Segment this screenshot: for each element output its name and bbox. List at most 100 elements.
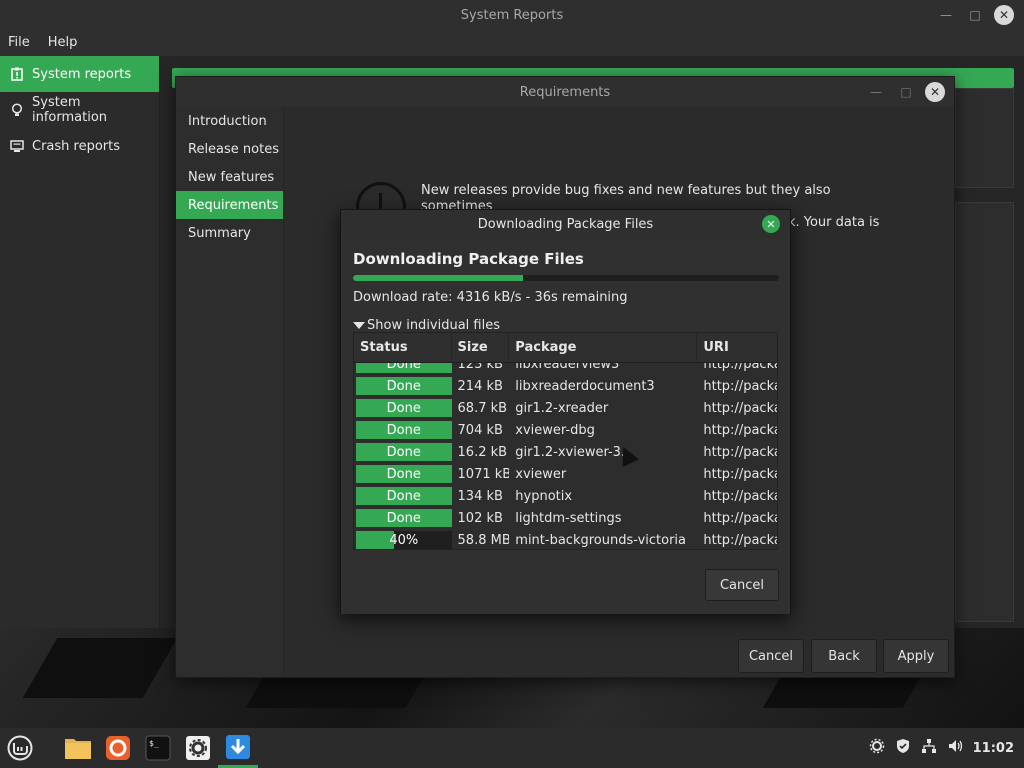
req-close-button[interactable]: ✕: [923, 77, 947, 107]
close-icon: ✕: [994, 5, 1014, 25]
system-tray: 11:02: [869, 728, 1014, 768]
firefox-icon[interactable]: [98, 728, 138, 768]
table-row[interactable]: Done 704 kB xviewer-dbg http://packa: [354, 419, 777, 441]
network-settings-icon[interactable]: [869, 738, 885, 758]
req-minimize-button[interactable]: —: [864, 77, 888, 107]
package-cell: gir1.2-xviewer-3.: [515, 444, 626, 460]
table-row[interactable]: 40% 58.8 MB mint-backgrounds-victoria http:…: [354, 529, 777, 549]
size-cell: 1071 kB: [457, 466, 510, 482]
sidebar-item-label: System reports: [32, 66, 132, 82]
uri-cell: http://packa: [703, 378, 778, 394]
status-progress: Done: [356, 443, 452, 461]
nav-introduction[interactable]: Introduction: [176, 107, 283, 135]
files-table: Done 123 kB libxreaderview3 http://packa Don…: [353, 332, 778, 550]
maximize-button[interactable]: □: [963, 0, 987, 30]
download-cancel-button[interactable]: Cancel: [705, 569, 779, 601]
overall-progress-bar: [353, 275, 779, 281]
sidebar: System reports System information Crash …: [0, 56, 160, 628]
table-row[interactable]: Done 1071 kB xviewer http://packa: [354, 463, 777, 485]
terminal-icon[interactable]: $_: [138, 728, 178, 768]
taskbar: $_ 11:02: [0, 728, 1024, 768]
download-title: Downloading Package Files: [477, 216, 654, 232]
download-heading: Downloading Package Files: [353, 250, 584, 268]
package-cell: xviewer-dbg: [515, 422, 595, 438]
minimize-button[interactable]: —: [934, 0, 958, 30]
size-cell: 214 kB: [457, 378, 503, 394]
report-panel: [955, 88, 1014, 188]
status-progress: Done: [356, 377, 452, 395]
column-uri[interactable]: URI: [697, 333, 777, 362]
nav-requirements[interactable]: Requirements: [176, 191, 283, 219]
table-row[interactable]: Done 16.2 kB gir1.2-xviewer-3. http://packa: [354, 441, 777, 463]
nav-release-notes[interactable]: Release notes: [176, 135, 283, 163]
status-progress: Done: [356, 421, 452, 439]
show-files-expander[interactable]: Show individual files: [353, 318, 500, 333]
uri-cell: http://packa: [703, 400, 778, 416]
nav-summary[interactable]: Summary: [176, 219, 283, 247]
bulb-icon: [10, 103, 24, 117]
main-titlebar: System Reports: [0, 0, 1024, 30]
table-row[interactable]: Done 68.7 kB gir1.2-xreader http://packa: [354, 397, 777, 419]
files-table-header: Status Size Package URI: [354, 333, 777, 363]
table-row[interactable]: Done 102 kB lightdm-settings http://packa: [354, 507, 777, 529]
size-cell: 134 kB: [457, 488, 503, 504]
menu-file[interactable]: File: [8, 35, 30, 50]
package-cell: xviewer: [515, 466, 567, 482]
sidebar-item-label: System information: [32, 95, 108, 125]
files-icon[interactable]: [58, 728, 98, 768]
status-progress: Done: [356, 487, 452, 505]
nav-new-features[interactable]: New features: [176, 163, 283, 191]
window-title: System Reports: [460, 7, 564, 23]
column-size[interactable]: Size: [452, 333, 510, 362]
requirements-title: Requirements: [519, 84, 611, 100]
shield-icon[interactable]: [895, 738, 911, 758]
requirements-nav: Introduction Release notes New features …: [176, 107, 284, 677]
settings-icon[interactable]: [178, 728, 218, 768]
menu-help[interactable]: Help: [48, 35, 78, 50]
status-label: Done: [386, 488, 421, 504]
package-cell: lightdm-settings: [515, 510, 622, 526]
triangle-down-icon: [353, 322, 365, 329]
expander-label: Show individual files: [367, 318, 501, 333]
column-status[interactable]: Status: [354, 333, 452, 362]
status-label: Done: [386, 422, 421, 438]
sidebar-item-system-information[interactable]: System information: [0, 92, 159, 128]
sidebar-item-crash-reports[interactable]: Crash reports: [0, 128, 159, 164]
network-icon[interactable]: [921, 738, 937, 758]
size-cell: 102 kB: [457, 510, 503, 526]
close-button[interactable]: ✕: [992, 0, 1016, 30]
table-row[interactable]: Done 134 kB hypnotix http://packa: [354, 485, 777, 507]
sidebar-item-label: Crash reports: [32, 138, 121, 154]
mint-menu-icon[interactable]: [0, 728, 40, 768]
req-maximize-button[interactable]: □: [894, 77, 918, 107]
uri-cell: http://packa: [703, 422, 778, 438]
uri-cell: http://packa: [703, 466, 778, 482]
back-button[interactable]: Back: [811, 639, 877, 673]
status-label: 40%: [389, 532, 419, 548]
download-titlebar: Downloading Package Files: [341, 210, 790, 238]
package-cell: hypnotix: [515, 488, 573, 504]
crash-icon: [10, 139, 24, 153]
apply-button[interactable]: Apply: [883, 639, 949, 673]
volume-icon[interactable]: [947, 738, 963, 758]
package-cell: libxreaderdocument3: [515, 378, 655, 394]
report-details-panel: [955, 202, 1014, 622]
package-cell: gir1.2-xreader: [515, 400, 609, 416]
status-label: Done: [386, 466, 421, 482]
status-progress: Done: [356, 465, 452, 483]
size-cell: 58.8 MB: [457, 532, 510, 548]
clock[interactable]: 11:02: [973, 741, 1014, 756]
sidebar-item-system-reports[interactable]: System reports: [0, 56, 159, 92]
download-close-button[interactable]: ✕: [762, 215, 780, 233]
update-manager-icon[interactable]: [218, 728, 258, 768]
requirements-titlebar: Requirements: [176, 77, 954, 107]
table-row[interactable]: Done 214 kB libxreaderdocument3 http://pack…: [354, 375, 777, 397]
size-cell: 16.2 kB: [457, 444, 508, 460]
column-package[interactable]: Package: [509, 333, 698, 362]
status-label: Done: [386, 510, 421, 526]
uri-cell: http://packa: [703, 444, 778, 460]
cancel-button[interactable]: Cancel: [738, 639, 804, 673]
menubar: File Help: [0, 30, 1024, 54]
size-cell: 68.7 kB: [457, 400, 508, 416]
size-cell: 704 kB: [457, 422, 503, 438]
